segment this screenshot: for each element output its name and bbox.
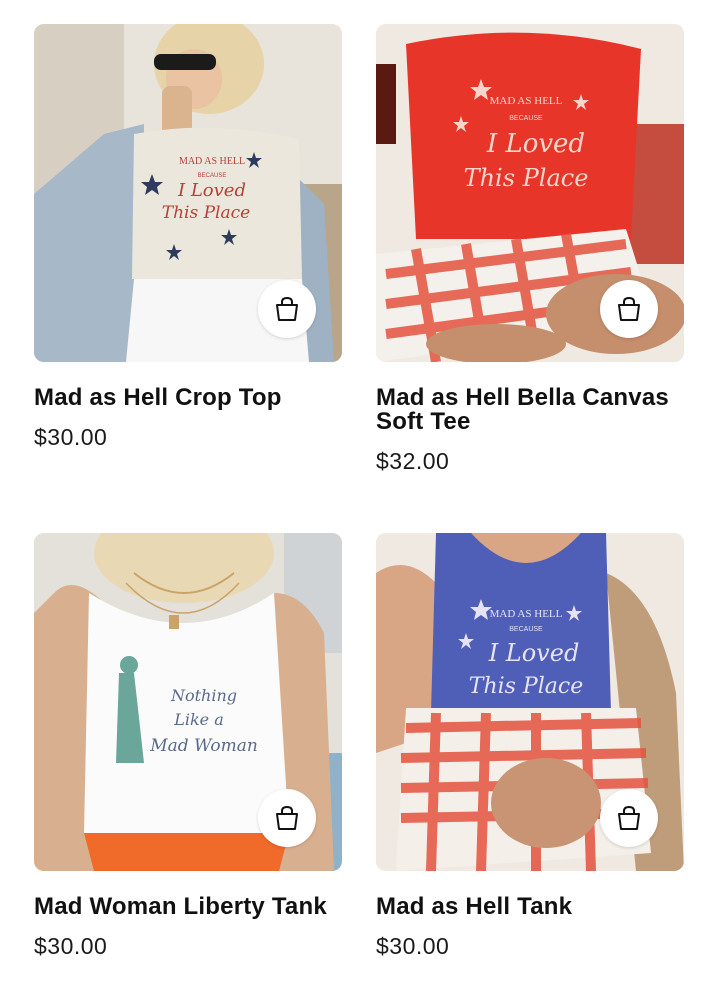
shopping-bag-icon — [276, 805, 298, 830]
svg-text:This Place: This Place — [464, 164, 589, 192]
svg-text:I Loved: I Loved — [486, 129, 585, 159]
svg-text:I Loved: I Loved — [177, 180, 246, 201]
shirt-print-text: MAD AS HELL — [179, 156, 245, 167]
add-to-cart-button[interactable] — [600, 280, 658, 338]
product-grid: MAD AS HELL BECAUSE I Loved This Place M… — [0, 0, 718, 1000]
add-to-cart-button[interactable] — [258, 789, 316, 847]
product-image[interactable]: MAD AS HELL BECAUSE I Loved This Place — [376, 24, 684, 362]
product-price: $32.00 — [376, 448, 450, 474]
shopping-bag-icon — [618, 805, 640, 830]
svg-text:Mad Woman: Mad Woman — [149, 736, 258, 756]
svg-text:BECAUSE: BECAUSE — [509, 626, 543, 633]
product-image[interactable]: MAD AS HELL BECAUSE I Loved This Place — [34, 24, 342, 362]
svg-text:Like a: Like a — [173, 710, 224, 729]
product-title[interactable]: Mad as Hell Bella Canvas Soft Tee — [376, 386, 684, 434]
product-title[interactable]: Mad as Hell Tank — [376, 895, 684, 919]
product-card[interactable]: Nothing Like a Mad Woman Mad Woman Liber… — [34, 533, 342, 959]
product-price: $30.00 — [376, 933, 450, 959]
svg-text:This Place: This Place — [162, 203, 250, 223]
product-card[interactable]: MAD AS HELL BECAUSE I Loved This Place M… — [376, 24, 684, 474]
svg-text:Nothing: Nothing — [170, 686, 237, 705]
product-card[interactable]: MAD AS HELL BECAUSE I Loved This Place M… — [376, 533, 684, 959]
svg-text:BECAUSE: BECAUSE — [509, 115, 543, 122]
shopping-bag-icon — [618, 296, 640, 321]
svg-text:MAD AS HELL: MAD AS HELL — [490, 95, 563, 107]
product-image[interactable]: Nothing Like a Mad Woman — [34, 533, 342, 871]
add-to-cart-button[interactable] — [600, 789, 658, 847]
product-title[interactable]: Mad Woman Liberty Tank — [34, 895, 342, 919]
product-title[interactable]: Mad as Hell Crop Top — [34, 386, 342, 410]
add-to-cart-button[interactable] — [258, 280, 316, 338]
svg-text:This Place: This Place — [469, 674, 583, 699]
product-price: $30.00 — [34, 424, 108, 450]
svg-text:I Loved: I Loved — [488, 639, 580, 667]
svg-text:MAD AS HELL: MAD AS HELL — [490, 608, 563, 620]
product-image[interactable]: MAD AS HELL BECAUSE I Loved This Place — [376, 533, 684, 871]
shopping-bag-icon — [276, 296, 298, 321]
svg-text:BECAUSE: BECAUSE — [198, 173, 227, 179]
product-card[interactable]: MAD AS HELL BECAUSE I Loved This Place M… — [34, 24, 342, 450]
product-price: $30.00 — [34, 933, 108, 959]
